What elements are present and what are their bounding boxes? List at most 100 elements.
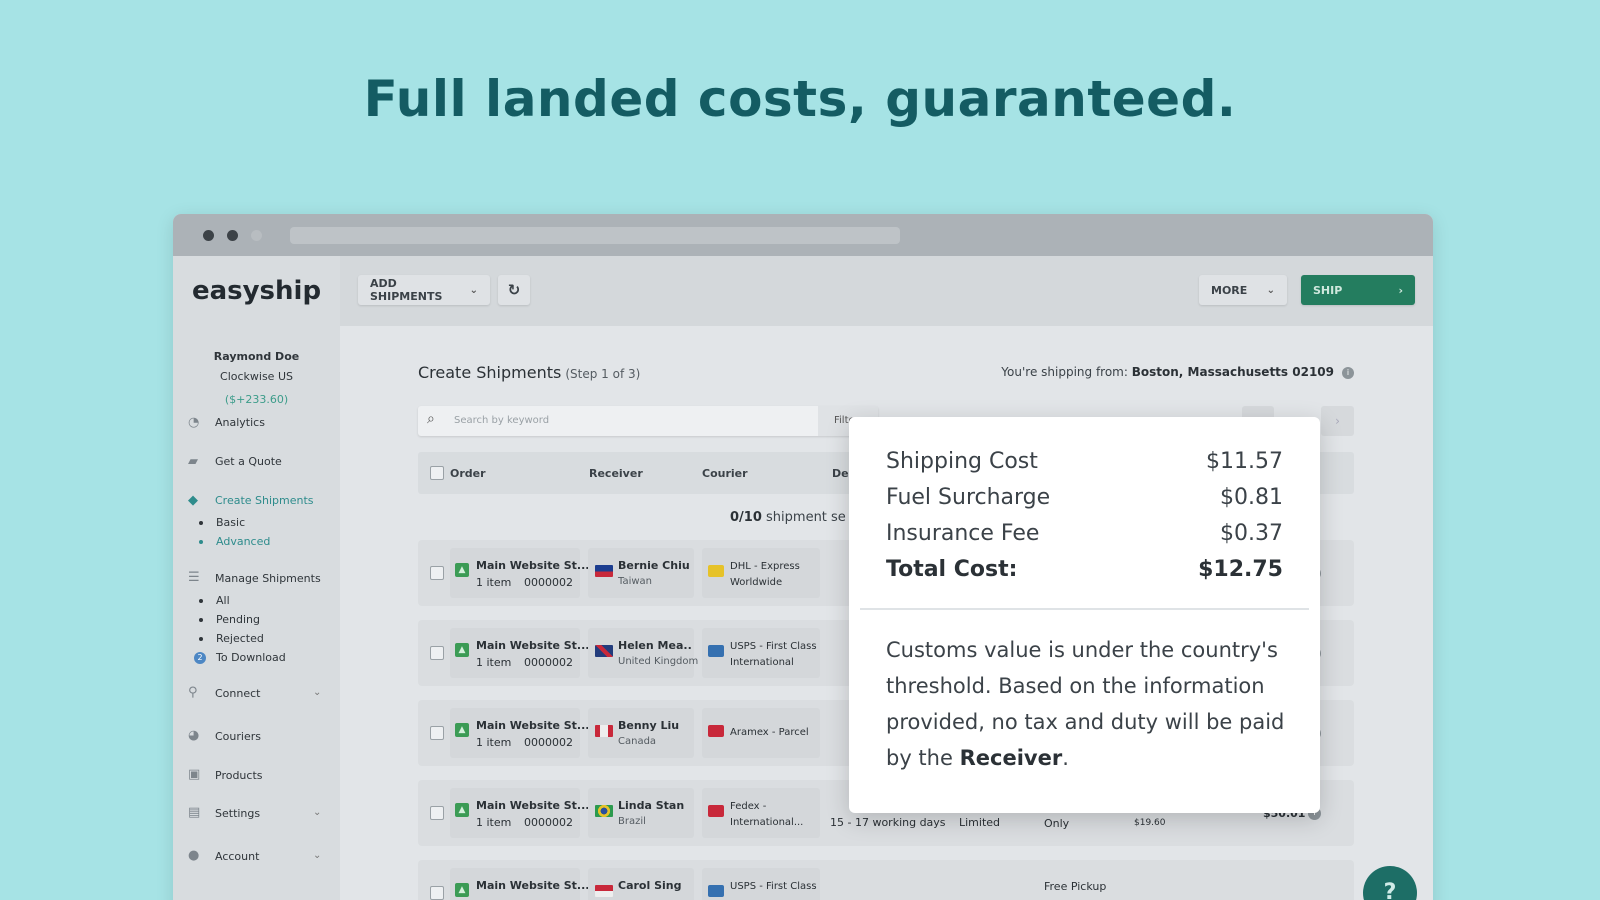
order-cell: ▲ Main Website St... 1 item 0000002	[450, 708, 589, 758]
landed-cost-popup: Shipping Cost $11.57 Fuel Surcharge $0.8…	[849, 417, 1320, 813]
sidebar-item-create-shipments[interactable]: Create Shipments	[215, 494, 314, 507]
sidebar-item-account[interactable]: Account	[215, 850, 259, 863]
customs-note-end: .	[1062, 746, 1069, 770]
fuel-surcharge-value: $0.81	[1220, 485, 1283, 510]
ship-from-address[interactable]: Boston, Massachusetts 02109	[1132, 365, 1334, 379]
insurance-fee-row: Insurance Fee $0.37	[886, 521, 1283, 551]
search-input[interactable]: Search by keyword	[454, 415, 549, 426]
add-shipments-button[interactable]: ADD SHIPMENTS ⌄	[358, 275, 490, 305]
flag-icon	[595, 885, 613, 897]
analytics-icon: ◔	[188, 415, 200, 430]
uk-flag-icon	[595, 645, 613, 657]
url-bar[interactable]	[290, 227, 900, 244]
courier-cell[interactable]: USPS - First Class	[702, 868, 820, 900]
courier-cell[interactable]: Fedex - International...	[702, 788, 820, 838]
chevron-down-icon: ⌄	[1266, 284, 1275, 296]
easyship-logo[interactable]: easyship	[173, 256, 340, 326]
pagination-next[interactable]: ›	[1321, 406, 1354, 436]
row-checkbox[interactable]	[430, 726, 444, 740]
row-checkbox[interactable]	[430, 646, 444, 660]
table-row[interactable]: ▲ Main Website St... Carol Sing USPS - F…	[418, 860, 1354, 900]
chevron-down-icon: ⌄	[469, 284, 478, 296]
receiver-cell: Linda Stan Brazil	[588, 788, 694, 838]
more-button[interactable]: MORE ⌄	[1199, 275, 1287, 305]
select-all-checkbox[interactable]	[430, 466, 444, 480]
column-delivery[interactable]: De	[832, 467, 849, 480]
receiver-name: Bernie Chiu	[618, 559, 690, 572]
courier-cell[interactable]: Aramex - Parcel	[702, 708, 820, 758]
search-bar[interactable]: ⌕ Search by keyword Filte	[418, 406, 878, 436]
top-toolbar: easyship ADD SHIPMENTS ⌄ ↻ MORE ⌄ SHIP ›	[173, 256, 1433, 326]
sidebar-sub-basic[interactable]: Basic	[216, 516, 245, 529]
sidebar-item-get-a-quote[interactable]: Get a Quote	[215, 455, 282, 468]
row-checkbox[interactable]	[430, 566, 444, 580]
sidebar-item-connect[interactable]: Connect	[215, 687, 260, 700]
column-receiver[interactable]: Receiver	[589, 467, 643, 480]
sidebar-item-manage-shipments[interactable]: Manage Shipments	[215, 572, 321, 585]
order-store: Main Website St...	[476, 719, 590, 732]
window-minimize-dot[interactable]	[227, 230, 238, 241]
account-balance[interactable]: ($+233.60)	[173, 393, 340, 406]
chevron-down-icon[interactable]: ⌄	[313, 850, 321, 861]
sidebar-sub-all[interactable]: All	[216, 594, 230, 607]
store-icon: ▲	[455, 883, 469, 897]
total-cost-row: Total Cost: $12.75	[886, 557, 1283, 587]
bullet	[199, 637, 203, 641]
headline: Full landed costs, guaranteed.	[363, 70, 1237, 128]
column-courier[interactable]: Courier	[702, 467, 748, 480]
refresh-button[interactable]: ↻	[498, 275, 530, 305]
receiver-name: Benny Liu	[618, 719, 680, 732]
sidebar-item-products[interactable]: Products	[215, 769, 263, 782]
chevron-down-icon[interactable]: ⌄	[313, 807, 321, 818]
user-name: Raymond Doe	[213, 350, 300, 363]
column-order[interactable]: Order	[450, 467, 486, 480]
step-indicator: (Step 1 of 3)	[565, 367, 641, 381]
products-icon: ▣	[188, 767, 201, 782]
browser-chrome	[173, 214, 1433, 256]
fuel-surcharge-label: Fuel Surcharge	[886, 485, 1051, 510]
info-icon[interactable]: i	[1342, 366, 1354, 379]
taiwan-flag-icon	[595, 565, 613, 577]
order-number: 0000002	[524, 736, 573, 749]
shipping-from: You're shipping from: Boston, Massachuse…	[1001, 365, 1354, 379]
chevron-down-icon[interactable]: ⌄	[313, 687, 321, 698]
usps-logo-icon	[708, 645, 724, 657]
receiver-cell: Helen Mea.. United Kingdom	[588, 628, 698, 678]
fedex-logo-icon	[708, 805, 724, 817]
window-close-dot[interactable]	[203, 230, 214, 241]
window-maximize-dot[interactable]	[251, 230, 262, 241]
courier-cell[interactable]: DHL - Express Worldwide	[702, 548, 820, 598]
sidebar-sub-advanced[interactable]: Advanced	[216, 535, 270, 548]
order-quantity: 1 item	[476, 736, 512, 749]
courier-name: USPS - First Class International	[730, 641, 817, 668]
list-icon: ☰	[188, 570, 200, 585]
brazil-flag-icon	[595, 805, 613, 817]
sidebar-item-settings[interactable]: Settings	[215, 807, 260, 820]
receiver-cell: Carol Sing	[588, 868, 694, 900]
insurance-fee-label: Insurance Fee	[886, 521, 1040, 546]
order-store: Main Website St...	[476, 559, 590, 572]
sidebar-sub-pending[interactable]: Pending	[216, 613, 260, 626]
sidebar-item-analytics[interactable]: Analytics	[215, 416, 265, 429]
receiver-name: Linda Stan	[618, 799, 685, 812]
shipping-cost-label: Shipping Cost	[886, 449, 1038, 474]
total-cost-value: $12.75	[1198, 557, 1283, 582]
ship-button[interactable]: SHIP ›	[1301, 275, 1415, 305]
tax-amount: $19.60	[1134, 818, 1166, 828]
courier-cell[interactable]: USPS - First Class International	[702, 628, 820, 678]
receiver-country: Canada	[618, 736, 657, 747]
sidebar-item-couriers[interactable]: Couriers	[215, 730, 261, 743]
courier-name: Aramex - Parcel	[730, 727, 809, 738]
usps-logo-icon	[708, 885, 724, 897]
order-cell: ▲ Main Website St... 1 item 0000002	[450, 548, 589, 598]
more-label: MORE	[1211, 283, 1248, 297]
selected-count-suffix: shipment se	[766, 510, 846, 525]
row-checkbox[interactable]	[430, 806, 444, 820]
selection-count: 0/10 shipment se	[730, 510, 846, 525]
sidebar-sub-rejected[interactable]: Rejected	[216, 632, 264, 645]
divider	[860, 608, 1309, 610]
bullet	[199, 540, 203, 544]
row-checkbox[interactable]	[430, 886, 444, 900]
sidebar-sub-to-download[interactable]: To Download	[216, 651, 286, 664]
order-quantity: 1 item	[476, 816, 512, 829]
